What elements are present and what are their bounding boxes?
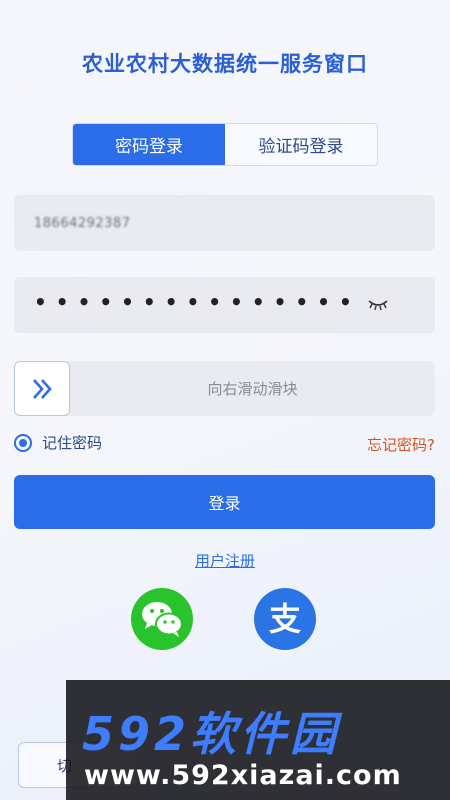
tab-password-login[interactable]: 密码登录: [73, 124, 225, 165]
watermark-url: www.592xiazai.com: [84, 760, 402, 791]
password-input[interactable]: •••••••••••••••: [14, 277, 435, 333]
register-link[interactable]: 用户注册: [0, 550, 450, 571]
remember-password-label: 记住密码: [42, 434, 103, 452]
svg-text:支: 支: [269, 600, 301, 638]
alipay-icon: 支: [269, 600, 301, 638]
page-title: 农业农村大数据统一服务窗口: [82, 52, 368, 76]
radio-checked-icon: [14, 433, 32, 452]
password-input-value: •••••••••••••••: [34, 290, 361, 314]
tab-code-login[interactable]: 验证码登录: [225, 124, 377, 165]
slide-captcha: 向右滑动滑块: [14, 361, 435, 416]
slider-handle[interactable]: [14, 361, 70, 416]
wechat-login-button[interactable]: [131, 588, 193, 650]
eye-closed-icon[interactable]: [367, 297, 389, 311]
login-button[interactable]: 登录: [14, 475, 435, 529]
watermark: 592软件园 www.592xiazai.com: [66, 680, 450, 800]
double-chevron-right-icon: [33, 378, 52, 399]
phone-input[interactable]: 18664292387: [14, 195, 435, 251]
wechat-icon: [142, 602, 183, 637]
watermark-brand: 592软件园: [82, 707, 341, 761]
alipay-login-button[interactable]: 支: [254, 588, 316, 650]
remember-password-checkbox[interactable]: 记住密码: [14, 432, 102, 453]
phone-input-value: 18664292387: [34, 215, 131, 231]
login-tabs: 密码登录 验证码登录: [72, 123, 378, 166]
slider-hint: 向右滑动滑块: [207, 380, 298, 398]
forgot-password-link[interactable]: 忘记密码?: [367, 434, 435, 455]
